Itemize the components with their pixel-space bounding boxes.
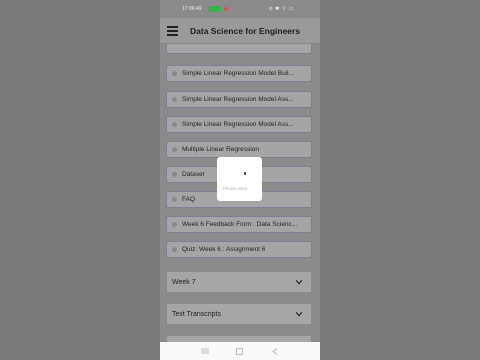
- circle-bullet-icon: [172, 97, 177, 102]
- app-bar: Data Science for Engineers: [160, 18, 320, 44]
- list-item-partial[interactable]: [166, 44, 312, 54]
- hamburger-icon[interactable]: [167, 26, 178, 36]
- home-icon[interactable]: [235, 347, 245, 355]
- spinner-icon: [244, 172, 246, 175]
- loading-text: Please Wait...: [223, 186, 251, 191]
- chevron-down-icon: [295, 280, 303, 285]
- circle-bullet-icon: [172, 172, 177, 177]
- circle-bullet-icon: [172, 147, 177, 152]
- list-item[interactable]: Week 6 Feedback Form : Data Scienc...: [166, 216, 312, 233]
- status-time: 17:06:49: [182, 6, 202, 12]
- list-item-label: Quiz: Week 6 : Assignment 6: [182, 246, 266, 253]
- circle-bullet-icon: [172, 247, 177, 252]
- list-item-label: FAQ: [182, 196, 196, 203]
- section-week-7[interactable]: Week 7: [166, 271, 312, 293]
- section-partial[interactable]: [166, 335, 312, 342]
- list-item[interactable]: Quiz: Week 6 : Assignment 6: [166, 241, 312, 258]
- circle-bullet-icon: [172, 222, 177, 227]
- section-text-transcripts[interactable]: Text Transcripts: [166, 303, 312, 325]
- system-nav-bar: [160, 342, 320, 360]
- section-label: Week 7: [172, 278, 196, 286]
- back-icon[interactable]: [270, 347, 280, 355]
- list-item-label: Week 6 Feedback Form : Data Scienc...: [182, 221, 298, 228]
- list-item-label: Dataset: [182, 171, 205, 178]
- page-title: Data Science for Engineers: [190, 26, 301, 36]
- list-item[interactable]: Multiple Linear Regression: [166, 141, 312, 158]
- list-item-label: Simple Linear Regression Model Ass...: [182, 96, 294, 103]
- recording-indicator-icon: [224, 7, 228, 11]
- circle-bullet-icon: [172, 197, 177, 202]
- list-item-label: Multiple Linear Regression: [182, 146, 259, 153]
- section-label: Text Transcripts: [172, 310, 222, 318]
- list-item-label: Simple Linear Regression Model Buil...: [182, 70, 294, 77]
- list-item[interactable]: Simple Linear Regression Model Ass...: [166, 116, 312, 133]
- status-bar: 17:06:49 ⊙ ✱ ⌔ ▭: [160, 0, 320, 18]
- call-indicator-icon: [208, 6, 221, 12]
- list-item[interactable]: Simple Linear Regression Model Ass...: [166, 91, 312, 108]
- recents-icon[interactable]: [200, 347, 210, 355]
- list-item-label: Simple Linear Regression Model Ass...: [182, 121, 294, 128]
- list-item[interactable]: Simple Linear Regression Model Buil...: [166, 65, 312, 82]
- loading-dialog: Please Wait...: [217, 157, 262, 201]
- chevron-down-icon: [295, 312, 303, 317]
- circle-bullet-icon: [172, 122, 177, 127]
- status-indicators: ⊙ ✱ ⌔ ▭: [268, 6, 294, 12]
- circle-bullet-icon: [172, 71, 177, 76]
